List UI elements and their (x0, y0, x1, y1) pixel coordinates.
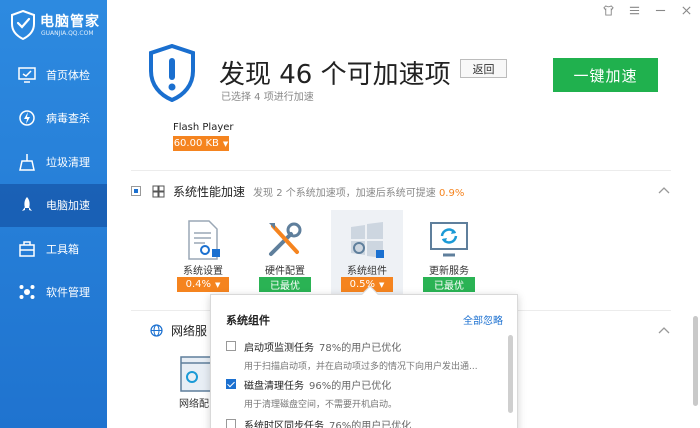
sidebar-item-speedup[interactable]: 电脑加速 (0, 183, 107, 227)
list-item: 系统时区同步任务 76%的用户已优化 (226, 417, 501, 428)
flash-player-label: Flash Player (173, 122, 234, 133)
sidebar-item-toolbox[interactable]: 工具箱 (0, 227, 107, 271)
sidebar-item-software[interactable]: 软件管理 (0, 271, 107, 315)
network-section-title: 网络服 (171, 324, 208, 338)
one-click-speedup-button[interactable]: 一键加速 (553, 58, 658, 92)
item-checkbox[interactable] (226, 379, 236, 389)
result-header: 发现 46 个可加速项 返回 已选择 4 项进行加速 一键加速 (107, 0, 700, 118)
network-tile-label: 网络配 (179, 399, 209, 410)
app-brand-name: 电脑管家 (40, 14, 100, 30)
system-section-checkbox[interactable] (131, 186, 141, 196)
system-section-header: 系统性能加速 发现 2 个系统加速项，加速后系统可提速 0.9% (131, 182, 671, 200)
app-logo: 电脑管家 GUANJIA.QQ.COM (8, 8, 103, 44)
ignore-all-link[interactable]: 全部忽略 (463, 312, 503, 327)
system-section-desc-text: 发现 2 个系统加速项，加速后系统可提速 (253, 187, 436, 199)
caret-down-icon: ▼ (215, 280, 221, 289)
popover-title: 系统组件 (226, 314, 270, 327)
lightning-shield-icon (16, 107, 38, 129)
item-stat: 76%的用户已优化 (329, 420, 412, 428)
app-window: 电脑管家 GUANJIA.QQ.COM 首页体检 病毒查杀 垃圾清理 电脑加速 … (0, 0, 700, 428)
sidebar-nav: 首页体检 病毒查杀 垃圾清理 电脑加速 工具箱 软件管理 (0, 53, 107, 314)
system-settings-icon (188, 220, 220, 260)
toolbox-icon (16, 238, 38, 260)
sidebar-item-label: 软件管理 (46, 286, 90, 300)
tile-badge[interactable]: 0.4% ▼ (177, 277, 229, 292)
app-domain: GUANJIA.QQ.COM (41, 30, 94, 37)
hardware-tools-icon (269, 222, 302, 256)
tile-label: 系统设置 (183, 266, 223, 277)
sidebar-item-checkup[interactable]: 首页体检 (0, 53, 107, 97)
chevron-up-icon[interactable] (657, 184, 671, 198)
item-stat: 78%的用户已优化 (319, 342, 402, 354)
page-title: 发现 46 个可加速项 (219, 60, 451, 90)
monitor-check-icon (16, 64, 38, 86)
flash-size-badge[interactable]: 60.00 KB ▼ (173, 136, 229, 151)
item-detail: 用于清理磁盘空间，不需要开机启动。 (244, 400, 398, 410)
list-item: 磁盘清理任务 96%的用户已优化 用于清理磁盘空间，不需要开机启动。 (226, 377, 501, 410)
tile-label: 系统组件 (347, 266, 387, 277)
update-service-icon (430, 222, 468, 257)
item-stat: 96%的用户已优化 (309, 380, 392, 392)
system-section-desc: 发现 2 个系统加速项，加速后系统可提速 0.9% (253, 184, 464, 199)
item-checkbox[interactable] (226, 419, 236, 428)
tile-badge: 已最优 (423, 277, 475, 292)
rocket-icon (16, 194, 38, 216)
tile-hardware-config[interactable]: 硬件配置 已最优 (249, 210, 321, 300)
tile-label: 更新服务 (429, 266, 469, 277)
caret-down-icon: ▼ (222, 139, 229, 148)
item-name: 启动项监测任务 (244, 342, 314, 354)
component-popover: 系统组件 全部忽略 启动项监测任务 78%的用户已优化 用于扫描启动项，并在启动… (210, 285, 518, 428)
back-button[interactable]: 返回 (460, 59, 507, 78)
sidebar-item-cleanup[interactable]: 垃圾清理 (0, 140, 107, 184)
windows-icon (151, 184, 165, 198)
system-section-title: 系统性能加速 (173, 184, 246, 199)
brand-shield-icon (11, 10, 35, 40)
sidebar-item-antivirus[interactable]: 病毒查杀 (0, 97, 107, 141)
software-manager-icon (16, 281, 38, 303)
tile-label: 硬件配置 (265, 266, 305, 277)
flash-size-value: 60.00 KB (173, 138, 219, 149)
globe-icon (149, 324, 163, 338)
tile-badge-value: 0.4% (185, 279, 211, 290)
popover-scrollbar[interactable] (508, 335, 513, 413)
sidebar-item-label: 病毒查杀 (46, 112, 90, 126)
tile-system-settings[interactable]: 系统设置 0.4% ▼ (167, 210, 239, 300)
windows-component-icon (351, 222, 384, 258)
item-checkbox[interactable] (226, 341, 236, 351)
sidebar-item-label: 工具箱 (46, 242, 79, 256)
warning-shield-icon (149, 44, 195, 102)
caret-down-icon: ▼ (379, 280, 385, 289)
list-item: 启动项监测任务 78%的用户已优化 用于扫描启动项，并在启动项过多的情况下向用户… (226, 339, 501, 372)
broom-icon (16, 151, 38, 173)
sidebar-item-label: 垃圾清理 (46, 155, 90, 169)
item-name: 磁盘清理任务 (244, 380, 304, 392)
tile-system-component[interactable]: 系统组件 0.5% ▼ (331, 210, 403, 300)
sidebar: 电脑管家 GUANJIA.QQ.COM 首页体检 病毒查杀 垃圾清理 电脑加速 … (0, 0, 107, 428)
sidebar-item-label: 电脑加速 (46, 199, 90, 213)
page-subtitle: 已选择 4 项进行加速 (221, 92, 314, 103)
system-tiles: 系统设置 0.4% ▼ 硬件配置 已最优 系统组件 0.5% ▼ 更新服务 已最… (167, 210, 487, 300)
item-name: 系统时区同步任务 (244, 420, 324, 428)
tile-badge: 已最优 (259, 277, 311, 292)
main-scrollbar[interactable] (693, 316, 698, 406)
tile-update-service[interactable]: 更新服务 已最优 (413, 210, 485, 300)
chevron-up-icon[interactable] (657, 324, 671, 338)
network-section-header: 网络服 (149, 322, 215, 339)
item-detail: 用于扫描启动项，并在启动项过多的情况下向用户发出通... (244, 362, 478, 372)
sidebar-item-label: 首页体检 (46, 68, 90, 82)
divider (131, 170, 671, 171)
system-section-pct: 0.9% (438, 187, 465, 199)
